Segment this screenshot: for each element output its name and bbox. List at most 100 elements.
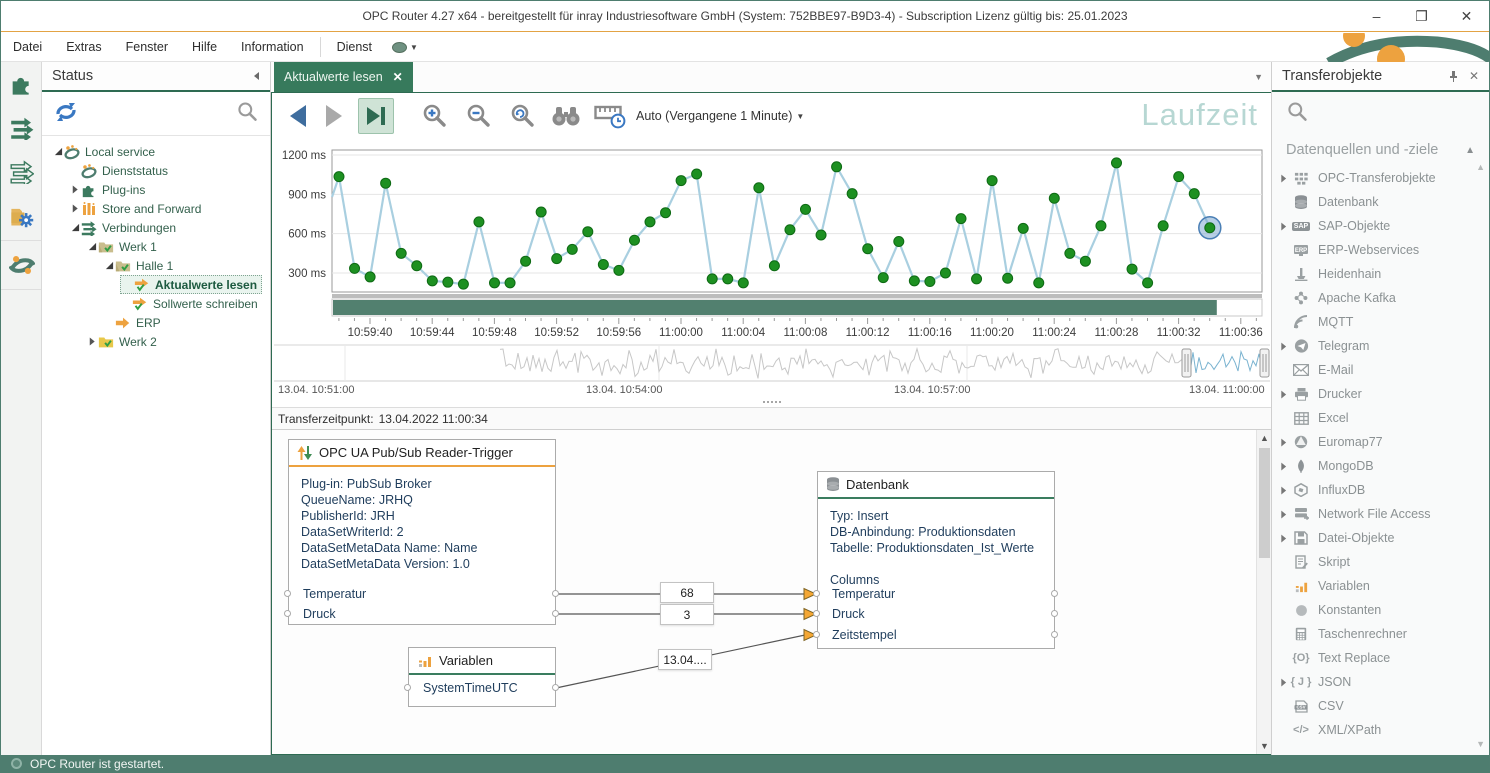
zoom-reset-button[interactable]: [504, 98, 540, 134]
transfer-item-erp-webservices[interactable]: ERP ERP-Webservices: [1272, 238, 1489, 262]
menu-item-fenster[interactable]: Fenster: [114, 33, 180, 61]
maximize-button[interactable]: ❐: [1399, 1, 1444, 31]
tree-item-sollwerte-schreiben[interactable]: Sollwerte schreiben: [42, 294, 270, 313]
transfer-item-mqtt[interactable]: MQTT: [1272, 310, 1489, 334]
flow-node-datenbank[interactable]: Datenbank Typ: InsertDB-Anbindung: Produ…: [817, 471, 1055, 649]
port-in-systemtimeutc[interactable]: [404, 684, 411, 691]
scroll-up-icon[interactable]: ▲: [1257, 433, 1272, 443]
tree-item-werk-1[interactable]: Werk 1: [42, 237, 270, 256]
chevron-down-icon[interactable]: ▼: [796, 112, 804, 121]
port-in-druck[interactable]: [284, 610, 291, 617]
dock-opcrouter-logo-icon[interactable]: [1, 243, 42, 287]
port-in-druck[interactable]: [813, 610, 820, 617]
time-range-button[interactable]: [592, 98, 628, 134]
tree-item-erp[interactable]: ERP: [42, 313, 270, 332]
tree-expander[interactable]: [69, 223, 81, 232]
refresh-button[interactable]: [54, 101, 78, 126]
find-button[interactable]: [548, 98, 584, 134]
transfer-item-datenbank[interactable]: Datenbank: [1272, 190, 1489, 214]
transfer-item-apache-kafka[interactable]: Apache Kafka: [1272, 286, 1489, 310]
tab-close-icon[interactable]: ✕: [393, 70, 403, 84]
tree-item-halle-1[interactable]: Halle 1: [42, 256, 270, 275]
tree-expander[interactable]: [86, 337, 98, 346]
port-out-temperatur[interactable]: [1051, 590, 1058, 597]
tab-list-dropdown-icon[interactable]: ▼: [1254, 72, 1263, 82]
tree-item-werk-2[interactable]: Werk 2: [42, 332, 270, 351]
zoom-in-button[interactable]: [416, 98, 452, 134]
transfer-item-csv[interactable]: CSV CSV: [1272, 694, 1489, 718]
port-in-temperatur[interactable]: [284, 590, 291, 597]
transfer-item-sap-objekte[interactable]: SAP SAP-Objekte: [1272, 214, 1489, 238]
tree-item-local-service[interactable]: Local service: [42, 142, 270, 161]
collapse-panel-icon[interactable]: [252, 71, 260, 81]
splitter-handle[interactable]: [272, 397, 1272, 407]
transfer-item-influxdb[interactable]: InfluxDB: [1272, 478, 1489, 502]
scroll-down-icon[interactable]: ▼: [1476, 739, 1485, 749]
tree-expander[interactable]: [69, 185, 81, 194]
transfer-item-opc-transferobjekte[interactable]: OPC-Transferobjekte: [1272, 166, 1489, 190]
nav-forward-button[interactable]: [316, 98, 352, 134]
menu-item-datei[interactable]: Datei: [1, 33, 54, 61]
search-icon[interactable]: [236, 101, 258, 126]
expand-icon[interactable]: [1280, 438, 1290, 447]
nav-back-button[interactable]: [280, 98, 316, 134]
time-range-selector[interactable]: Auto (Vergangene 1 Minute): [636, 109, 792, 123]
transfer-item-json[interactable]: { J } JSON: [1272, 670, 1489, 694]
service-status-icon[interactable]: [392, 42, 407, 53]
menu-item-hilfe[interactable]: Hilfe: [180, 33, 229, 61]
tree-item-verbindungen[interactable]: Verbindungen: [42, 218, 270, 237]
scroll-down-icon[interactable]: ▼: [1257, 741, 1272, 751]
time-navigator[interactable]: 13.04. 10:51:0013.04. 10:54:0013.04. 10:…: [274, 344, 1270, 397]
expand-icon[interactable]: [1280, 174, 1290, 183]
expand-icon[interactable]: [1280, 342, 1290, 351]
flow-node-trigger[interactable]: OPC UA Pub/Sub Reader-Trigger Plug-in: P…: [288, 439, 556, 625]
transfer-item-xml-xpath[interactable]: </> XML/XPath: [1272, 718, 1489, 742]
tree-item-dienststatus[interactable]: Dienststatus: [42, 161, 270, 180]
section-datenquellen[interactable]: Datenquellen und -ziele ▲: [1272, 132, 1489, 166]
transfer-item-variablen[interactable]: Variablen: [1272, 574, 1489, 598]
pin-icon[interactable]: [1448, 70, 1459, 82]
expand-icon[interactable]: [1280, 486, 1290, 495]
flow-node-variablen[interactable]: Variablen SystemTimeUTC: [408, 647, 556, 707]
dock-connections-solid-icon[interactable]: [1, 106, 42, 150]
transfer-item-konstanten[interactable]: Konstanten: [1272, 598, 1489, 622]
flow-vertical-scrollbar[interactable]: ▲ ▼: [1256, 430, 1272, 754]
transfer-item-heidenhain[interactable]: Heidenhain: [1272, 262, 1489, 286]
chevron-down-icon[interactable]: ▼: [410, 43, 418, 52]
tree-expander[interactable]: [69, 204, 81, 213]
close-button[interactable]: ✕: [1444, 1, 1489, 31]
expand-icon[interactable]: [1280, 510, 1290, 519]
expand-icon[interactable]: [1280, 534, 1290, 543]
transfer-item-euromap77[interactable]: Euromap77: [1272, 430, 1489, 454]
tab-aktualwerte-lesen[interactable]: Aktualwerte lesen ✕: [274, 62, 413, 92]
transfer-search[interactable]: [1272, 92, 1489, 132]
port-out-temperatur[interactable]: [552, 590, 559, 597]
menu-item-dienst[interactable]: Dienst: [325, 33, 384, 61]
tree-item-aktualwerte-lesen[interactable]: Aktualwerte lesen: [42, 275, 270, 294]
transfer-time-chart[interactable]: 1200 ms900 ms600 ms300 ms10:59:4010:59:4…: [274, 139, 1270, 344]
port-in-zeitstempel[interactable]: [813, 631, 820, 638]
transfer-item-taschenrechner[interactable]: Taschenrechner: [1272, 622, 1489, 646]
flow-canvas[interactable]: OPC UA Pub/Sub Reader-Trigger Plug-in: P…: [272, 430, 1256, 754]
dock-project-gear-icon[interactable]: [1, 194, 42, 238]
expand-icon[interactable]: [1280, 222, 1290, 231]
tree-expander[interactable]: [103, 261, 115, 270]
transfer-item-excel[interactable]: Excel: [1272, 406, 1489, 430]
zoom-out-button[interactable]: [460, 98, 496, 134]
tree-expander[interactable]: [52, 147, 64, 156]
port-out-zeitstempel[interactable]: [1051, 631, 1058, 638]
tree-item-plug-ins[interactable]: Plug-ins: [42, 180, 270, 199]
minimize-button[interactable]: –: [1354, 1, 1399, 31]
jump-to-now-button[interactable]: [358, 98, 394, 134]
transfer-item-drucker[interactable]: Drucker: [1272, 382, 1489, 406]
transfer-item-text-replace[interactable]: {O} Text Replace: [1272, 646, 1489, 670]
expand-icon[interactable]: [1280, 678, 1290, 687]
port-in-temperatur[interactable]: [813, 590, 820, 597]
transfer-item-telegram[interactable]: Telegram: [1272, 334, 1489, 358]
nav-handle-left[interactable]: [1182, 349, 1191, 377]
scrollbar-thumb[interactable]: [1259, 448, 1270, 558]
expand-icon[interactable]: [1280, 462, 1290, 471]
menu-item-information[interactable]: Information: [229, 33, 316, 61]
transfer-item-mongodb[interactable]: MongoDB: [1272, 454, 1489, 478]
transfer-item-skript[interactable]: Skript: [1272, 550, 1489, 574]
